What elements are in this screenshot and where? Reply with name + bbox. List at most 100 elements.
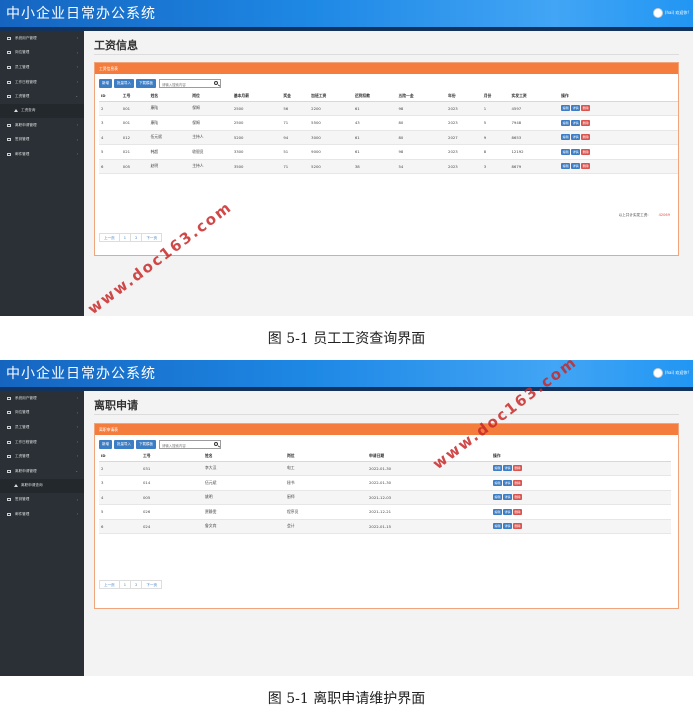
next-page-button[interactable]: 下一页 [141,233,163,242]
sidebar-item-schedule[interactable]: 工作日程管理 ‹ [0,75,84,90]
col-emp-no[interactable]: 工号 [120,91,149,102]
resignation-table: ID 工号 姓名 岗位 申请日期 操作 2 031 李大汉 电工 2022-01-30 … [99,451,671,534]
sidebar-subitem-resignation-query[interactable]: 离职申请查询 [0,478,84,493]
delete-button[interactable]: 删除 [581,134,591,141]
download-template-button[interactable]: 下载模板 [136,79,156,88]
monitor-icon [7,455,11,459]
sidebar-item-salary[interactable]: 工资管理 ‹ [0,449,84,464]
monitor-icon [7,512,11,516]
delete-button[interactable]: 删除 [581,148,591,155]
sidebar-item-employees[interactable]: 员工管理 ‹ [0,420,84,435]
col-overtime[interactable]: 加班工资 [309,91,353,102]
edit-button[interactable]: 编辑 [561,105,571,112]
sidebar-item-users[interactable]: 系统用户管理 ‹ [0,391,84,406]
edit-button[interactable]: 编辑 [493,479,503,486]
avatar[interactable] [652,368,663,378]
col-bonus[interactable]: 奖金 [281,91,310,102]
monitor-icon [7,469,11,473]
sidebar-item-employees[interactable]: 员工管理 ‹ [0,60,84,75]
sidebar-item-mail[interactable]: 邮件管理 ‹ [0,507,84,522]
chevron-left-icon: ‹ [76,425,78,430]
user-area[interactable]: (hai) 欢迎你! [652,366,689,380]
sidebar-item-users[interactable]: 系统用户管理 ‹ [0,31,84,46]
sidebar-item-salary[interactable]: 工资管理 ⌄ [0,89,84,104]
person-icon [14,109,18,113]
sidebar-item-checkin[interactable]: 签到管理 ‹ [0,493,84,508]
edit-button[interactable]: 编辑 [493,494,503,501]
prev-page-button[interactable]: 上一页 [99,580,120,589]
delete-button[interactable]: 删除 [581,105,591,112]
monitor-icon [7,51,11,55]
sidebar-item-positions[interactable]: 岗位管理 ‹ [0,46,84,61]
chevron-left-icon: ‹ [76,439,78,444]
sidebar-item-checkin[interactable]: 签到管理 ‹ [0,133,84,148]
col-insurance[interactable]: 五险一金 [396,91,447,102]
delete-button[interactable]: 删除 [513,508,523,515]
detail-button[interactable]: 详情 [503,508,513,515]
prev-page-button[interactable]: 上一页 [99,233,120,242]
detail-button[interactable]: 详情 [503,465,513,472]
sidebar-item-schedule[interactable]: 工作日程管理 ‹ [0,435,84,450]
table-row: 3 001 康陆 保姆 2500 71 5500 43 80 2023 5 7948 编辑 详情 删除 [99,115,678,131]
chevron-left-icon: ‹ [76,497,78,502]
user-area[interactable]: (hai) 欢迎你! [652,6,689,20]
avatar[interactable] [652,8,663,18]
edit-button[interactable]: 编辑 [493,508,503,515]
col-month[interactable]: 月份 [481,91,510,102]
detail-button[interactable]: 详情 [571,163,581,170]
detail-button[interactable]: 详情 [503,479,513,486]
edit-button[interactable]: 编辑 [561,134,571,141]
sidebar-item-resignation[interactable]: 离职申请管理 ⌄ [0,464,84,479]
edit-button[interactable]: 编辑 [561,119,571,126]
col-position[interactable]: 岗位 [285,451,367,462]
resignation-screenshot: 中小企业日常办公系统 (hai) 欢迎你! 系统用户管理 ‹ 岗位管理 ‹ 员工管理… [0,360,693,676]
search-input[interactable]: 请输入搜索内容 [159,440,221,449]
col-emp-no[interactable]: 工号 [141,451,203,462]
search-input[interactable]: 请输入搜索内容 [159,79,221,88]
download-template-button[interactable]: 下载模板 [136,440,156,449]
table-row: 3 014 伍元斌 秘书 2022-01-30 编辑 详情 删除 [99,475,671,491]
detail-button[interactable]: 详情 [571,105,581,112]
detail-button[interactable]: 详情 [571,134,581,141]
col-late-deduction[interactable]: 迟到扣款 [352,91,397,102]
edit-button[interactable]: 编辑 [561,148,571,155]
col-net-salary[interactable]: 实发工资 [509,91,560,102]
delete-button[interactable]: 删除 [513,494,523,501]
detail-button[interactable]: 详情 [503,523,513,530]
col-name[interactable]: 姓名 [203,451,285,462]
add-button[interactable]: 新增 [99,440,112,449]
col-position[interactable]: 岗位 [190,91,232,102]
delete-button[interactable]: 删除 [513,523,523,530]
col-year[interactable]: 年份 [446,91,482,102]
col-name[interactable]: 姓名 [148,91,191,102]
edit-button[interactable]: 编辑 [493,465,503,472]
sidebar-item-resignation[interactable]: 离职申请管理 ‹ [0,118,84,133]
detail-button[interactable]: 详情 [571,119,581,126]
col-id[interactable]: ID [99,451,141,462]
delete-button[interactable]: 删除 [513,479,523,486]
next-page-button[interactable]: 下一页 [141,580,163,589]
monitor-icon [7,95,11,99]
col-base-salary[interactable]: 基本月薪 [231,91,282,102]
detail-button[interactable]: 详情 [503,494,513,501]
search-icon[interactable] [214,442,218,446]
table-row: 5 026 贾静雯 程序员 2021-12-21 编辑 详情 删除 [99,504,671,520]
total-label: 以上共计实发工资: [618,213,649,217]
search-icon[interactable] [214,81,218,85]
delete-button[interactable]: 删除 [581,119,591,126]
sidebar-item-positions[interactable]: 岗位管理 ‹ [0,406,84,421]
edit-button[interactable]: 编辑 [493,523,503,530]
add-button[interactable]: 新增 [99,79,112,88]
sidebar-item-mail[interactable]: 邮件管理 ‹ [0,147,84,162]
detail-button[interactable]: 详情 [571,148,581,155]
batch-import-button[interactable]: 批量导入 [114,440,134,449]
col-id[interactable]: ID [99,91,121,102]
delete-button[interactable]: 删除 [581,163,591,170]
delete-button[interactable]: 删除 [513,465,523,472]
batch-import-button[interactable]: 批量导入 [114,79,134,88]
table-row: 2 001 康陆 保姆 2500 56 2200 61 98 2023 1 4597 编辑 详情 删除 [99,101,678,116]
edit-button[interactable]: 编辑 [561,163,571,170]
sidebar-subitem-salary-query[interactable]: 工资查询 [0,103,84,118]
monitor-icon [7,411,11,415]
toolbar: 新增 批量导入 下载模板 请输入搜索内容 [99,79,221,88]
